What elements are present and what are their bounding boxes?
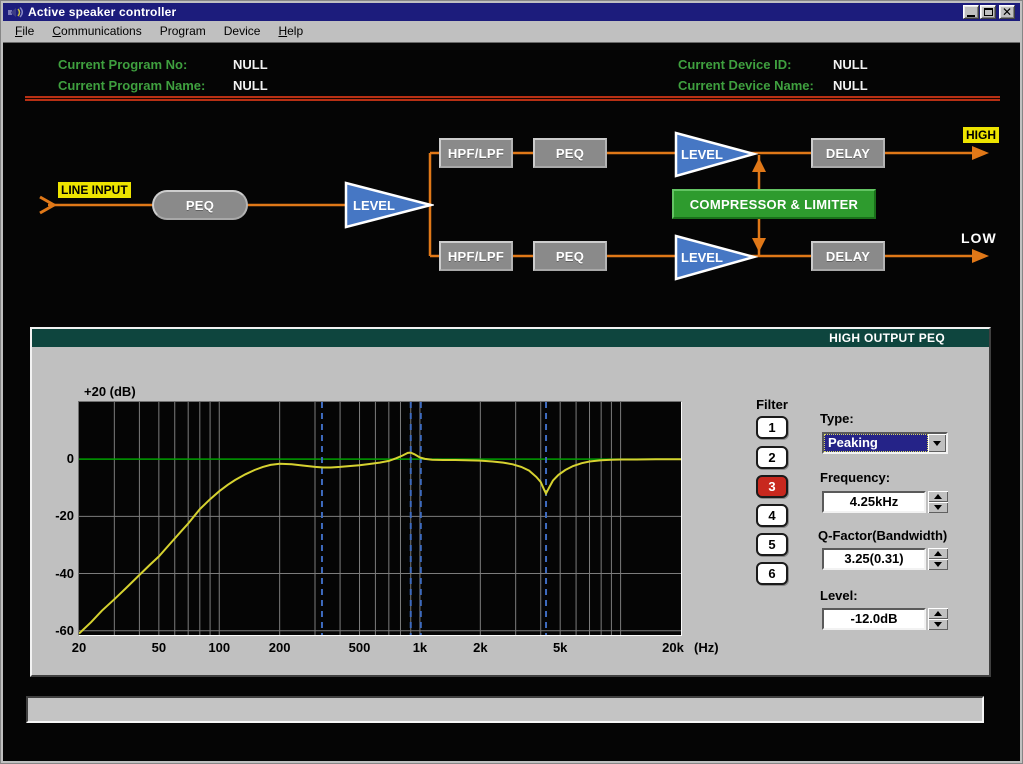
level-spin-up-button[interactable] [928, 608, 948, 619]
frequency-field[interactable]: 4.25kHz [822, 491, 926, 513]
y-tick-label: -20 [42, 508, 74, 523]
x-tick-label: 20 [61, 640, 97, 655]
q-factor-spinner [928, 548, 948, 570]
peq-panel-title: HIGH OUTPUT PEQ [32, 329, 989, 347]
menu-item-program[interactable]: Program [151, 22, 215, 41]
x-tick-label: 5k [542, 640, 578, 655]
eq-plot [79, 402, 681, 635]
minimize-icon [967, 15, 975, 17]
x-tick-label: 20k [655, 640, 691, 655]
menu-item-device[interactable]: Device [215, 22, 270, 41]
menu-item-help[interactable]: Help [269, 22, 312, 41]
titlebar: Active speaker controller ✕ [3, 3, 1020, 21]
level-spin-down-button[interactable] [928, 619, 948, 630]
device-name-label: Current Device Name: [678, 78, 814, 93]
y-tick-label: 0 [42, 451, 74, 466]
input-level-block[interactable]: LEVEL [344, 181, 434, 229]
minimize-button[interactable] [963, 5, 979, 19]
q-spin-up-button[interactable] [928, 548, 948, 559]
type-dropdown[interactable]: Peaking [822, 432, 948, 454]
arrow-up-icon [934, 611, 942, 616]
menu-item-communications[interactable]: Communications [43, 22, 150, 41]
x-axis-unit-label: (Hz) [694, 640, 719, 655]
program-no-label: Current Program No: [58, 57, 187, 72]
filter-button-5[interactable]: 5 [756, 533, 788, 556]
x-tick-label: 200 [262, 640, 298, 655]
y-axis-top-label: +20 (dB) [84, 384, 136, 399]
close-button[interactable]: ✕ [999, 5, 1015, 19]
eq-response-curve [79, 453, 681, 634]
low-hpf-lpf-block[interactable]: HPF/LPF [439, 241, 513, 271]
high-level-label: LEVEL [681, 147, 723, 162]
app-window: Active speaker controller ✕ File Communi… [0, 0, 1023, 764]
low-level-block[interactable]: LEVEL [674, 234, 758, 281]
arrow-down-icon [934, 622, 942, 627]
x-tick-label: 1k [402, 640, 438, 655]
filter-group-label: Filter [744, 397, 800, 412]
line-input-label: LINE INPUT [58, 182, 131, 198]
chevron-down-icon [933, 441, 941, 446]
menu-item-file[interactable]: File [6, 22, 43, 41]
eq-plot-frame [78, 401, 682, 636]
high-delay-block[interactable]: DELAY [811, 138, 885, 168]
high-peq-block[interactable]: PEQ [533, 138, 607, 168]
device-name-value: NULL [833, 78, 868, 93]
level-label: Level: [820, 588, 858, 603]
status-bar [26, 696, 984, 723]
compressor-limiter-block[interactable]: COMPRESSOR & LIMITER [672, 189, 876, 219]
high-hpf-lpf-block[interactable]: HPF/LPF [439, 138, 513, 168]
close-icon: ✕ [1002, 7, 1012, 17]
q-factor-field[interactable]: 3.25(0.31) [822, 548, 926, 570]
device-id-label: Current Device ID: [678, 57, 791, 72]
arrow-up-icon [934, 551, 942, 556]
input-peq-block[interactable]: PEQ [152, 190, 248, 220]
type-selected-value: Peaking [824, 434, 928, 452]
x-tick-label: 50 [141, 640, 177, 655]
x-tick-label: 2k [462, 640, 498, 655]
filter-button-1[interactable]: 1 [756, 416, 788, 439]
low-level-label: LEVEL [681, 250, 723, 265]
level-spinner [928, 608, 948, 630]
filter-button-6[interactable]: 6 [756, 562, 788, 585]
program-name-value: NULL [233, 78, 268, 93]
frequency-spinner [928, 491, 948, 513]
q-factor-label: Q-Factor(Bandwidth) [818, 528, 947, 543]
arrow-down-icon [934, 505, 942, 510]
level-field[interactable]: -12.0dB [822, 608, 926, 630]
low-output-label[interactable]: LOW [961, 230, 997, 246]
dropdown-arrow-button[interactable] [928, 434, 946, 452]
filter-button-2[interactable]: 2 [756, 446, 788, 469]
high-level-block[interactable]: LEVEL [674, 131, 758, 178]
q-spin-down-button[interactable] [928, 559, 948, 570]
maximize-icon [984, 8, 993, 16]
red-separator [25, 96, 1000, 101]
arrow-up-icon [934, 494, 942, 499]
maximize-button[interactable] [980, 5, 996, 19]
arrow-down-icon [934, 562, 942, 567]
y-tick-label: -40 [42, 566, 74, 581]
high-output-arrow-icon [972, 146, 989, 160]
window-title: Active speaker controller [28, 5, 176, 19]
low-peq-block[interactable]: PEQ [533, 241, 607, 271]
frequency-spin-up-button[interactable] [928, 491, 948, 502]
high-output-label[interactable]: HIGH [963, 127, 999, 143]
menubar: File Communications Program Device Help [3, 21, 1020, 43]
low-output-arrow-icon [972, 249, 989, 263]
program-no-value: NULL [233, 57, 268, 72]
input-level-label: LEVEL [353, 198, 395, 213]
program-name-label: Current Program Name: [58, 78, 205, 93]
app-icon [7, 4, 23, 20]
x-tick-label: 500 [342, 640, 378, 655]
filter-button-3[interactable]: 3 [756, 475, 788, 498]
frequency-label: Frequency: [820, 470, 890, 485]
x-tick-label: 100 [201, 640, 237, 655]
type-label: Type: [820, 411, 854, 426]
device-id-value: NULL [833, 57, 868, 72]
low-delay-block[interactable]: DELAY [811, 241, 885, 271]
filter-button-4[interactable]: 4 [756, 504, 788, 527]
y-tick-label: -60 [42, 623, 74, 638]
frequency-spin-down-button[interactable] [928, 502, 948, 513]
